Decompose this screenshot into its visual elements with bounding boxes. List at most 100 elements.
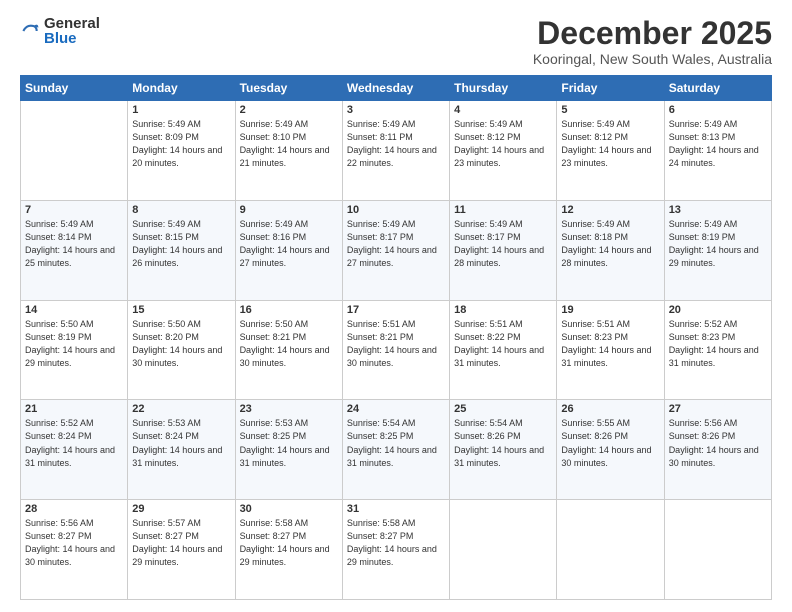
day-number: 23	[240, 403, 338, 415]
day-number: 25	[454, 403, 552, 415]
logo-text: General Blue	[44, 16, 100, 46]
day-number: 7	[25, 204, 123, 216]
day-number: 10	[347, 204, 445, 216]
calendar-cell: 13 Sunrise: 5:49 AMSunset: 8:19 PMDayligh…	[664, 200, 771, 300]
calendar-cell: 7 Sunrise: 5:49 AMSunset: 8:14 PMDaylight…	[21, 200, 128, 300]
day-info: Sunrise: 5:51 AMSunset: 8:21 PMDaylight:…	[347, 318, 445, 370]
day-number: 11	[454, 204, 552, 216]
day-number: 17	[347, 304, 445, 316]
col-tuesday: Tuesday	[235, 76, 342, 101]
day-info: Sunrise: 5:52 AMSunset: 8:23 PMDaylight:…	[669, 318, 767, 370]
day-number: 9	[240, 204, 338, 216]
calendar: Sunday Monday Tuesday Wednesday Thursday…	[20, 75, 772, 600]
calendar-cell: 18Sunrise: 5:51 AMSunset: 8:22 PMDayligh…	[450, 300, 557, 400]
calendar-cell	[664, 500, 771, 600]
day-info: Sunrise: 5:49 AMSunset: 8:12 PMDaylight:…	[454, 118, 552, 170]
calendar-cell	[21, 101, 128, 201]
day-info: Sunrise: 5:52 AMSunset: 8:24 PMDaylight:…	[25, 417, 123, 469]
day-info: Sunrise: 5:49 AMSunset: 8:11 PMDaylight:…	[347, 118, 445, 170]
day-number: 21	[25, 403, 123, 415]
calendar-cell: 31 Sunrise: 5:58 AMSunset: 8:27 PMDayligh…	[342, 500, 449, 600]
col-wednesday: Wednesday	[342, 76, 449, 101]
day-info: Sunrise: 5:53 AMSunset: 8:25 PMDaylight:…	[240, 417, 338, 469]
calendar-cell: 4 Sunrise: 5:49 AMSunset: 8:12 PMDaylight…	[450, 101, 557, 201]
day-info: Sunrise: 5:49 AMSunset: 8:12 PMDaylight:…	[561, 118, 659, 170]
day-info: Sunrise: 5:50 AMSunset: 8:19 PMDaylight:…	[25, 318, 123, 370]
day-number: 8	[132, 204, 230, 216]
week-row-2: 7 Sunrise: 5:49 AMSunset: 8:14 PMDaylight…	[21, 200, 772, 300]
week-row-5: 28 Sunrise: 5:56 AMSunset: 8:27 PMDayligh…	[21, 500, 772, 600]
day-number: 13	[669, 204, 767, 216]
calendar-cell: 19 Sunrise: 5:51 AMSunset: 8:23 PMDayligh…	[557, 300, 664, 400]
day-info: Sunrise: 5:51 AMSunset: 8:23 PMDaylight:…	[561, 318, 659, 370]
day-number: 12	[561, 204, 659, 216]
day-info: Sunrise: 5:53 AMSunset: 8:24 PMDaylight:…	[132, 417, 230, 469]
week-row-1: 1 Sunrise: 5:49 AMSunset: 8:09 PMDaylight…	[21, 101, 772, 201]
calendar-cell: 28 Sunrise: 5:56 AMSunset: 8:27 PMDayligh…	[21, 500, 128, 600]
col-monday: Monday	[128, 76, 235, 101]
calendar-cell: 12 Sunrise: 5:49 AMSunset: 8:18 PMDayligh…	[557, 200, 664, 300]
day-number: 30	[240, 503, 338, 515]
day-info: Sunrise: 5:56 AMSunset: 8:27 PMDaylight:…	[25, 517, 123, 569]
calendar-cell	[450, 500, 557, 600]
day-number: 5	[561, 104, 659, 116]
week-row-3: 14 Sunrise: 5:50 AMSunset: 8:19 PMDayligh…	[21, 300, 772, 400]
day-number: 26	[561, 403, 659, 415]
header: General Blue December 2025 Kooringal, Ne…	[20, 16, 772, 67]
calendar-cell: 10 Sunrise: 5:49 AMSunset: 8:17 PMDayligh…	[342, 200, 449, 300]
calendar-cell: 6Sunrise: 5:49 AMSunset: 8:13 PMDaylight…	[664, 101, 771, 201]
day-number: 24	[347, 403, 445, 415]
day-number: 27	[669, 403, 767, 415]
col-sunday: Sunday	[21, 76, 128, 101]
day-number: 15	[132, 304, 230, 316]
day-info: Sunrise: 5:49 AMSunset: 8:16 PMDaylight:…	[240, 218, 338, 270]
day-info: Sunrise: 5:50 AMSunset: 8:21 PMDaylight:…	[240, 318, 338, 370]
day-number: 14	[25, 304, 123, 316]
day-number: 3	[347, 104, 445, 116]
calendar-cell: 11 Sunrise: 5:49 AMSunset: 8:17 PMDayligh…	[450, 200, 557, 300]
calendar-cell: 5 Sunrise: 5:49 AMSunset: 8:12 PMDaylight…	[557, 101, 664, 201]
calendar-cell: 25Sunrise: 5:54 AMSunset: 8:26 PMDayligh…	[450, 400, 557, 500]
day-info: Sunrise: 5:51 AMSunset: 8:22 PMDaylight:…	[454, 318, 552, 370]
day-info: Sunrise: 5:57 AMSunset: 8:27 PMDaylight:…	[132, 517, 230, 569]
day-number: 28	[25, 503, 123, 515]
logo-general: General	[44, 16, 100, 31]
month-title: December 2025	[533, 16, 772, 51]
day-number: 29	[132, 503, 230, 515]
day-info: Sunrise: 5:54 AMSunset: 8:25 PMDaylight:…	[347, 417, 445, 469]
day-info: Sunrise: 5:49 AMSunset: 8:18 PMDaylight:…	[561, 218, 659, 270]
col-thursday: Thursday	[450, 76, 557, 101]
day-number: 4	[454, 104, 552, 116]
day-number: 1	[132, 104, 230, 116]
day-number: 6	[669, 104, 767, 116]
day-number: 22	[132, 403, 230, 415]
calendar-cell: 27 Sunrise: 5:56 AMSunset: 8:26 PMDayligh…	[664, 400, 771, 500]
day-info: Sunrise: 5:55 AMSunset: 8:26 PMDaylight:…	[561, 417, 659, 469]
logo: General Blue	[20, 16, 100, 46]
day-info: Sunrise: 5:49 AMSunset: 8:19 PMDaylight:…	[669, 218, 767, 270]
day-info: Sunrise: 5:50 AMSunset: 8:20 PMDaylight:…	[132, 318, 230, 370]
calendar-cell: 1 Sunrise: 5:49 AMSunset: 8:09 PMDaylight…	[128, 101, 235, 201]
day-info: Sunrise: 5:49 AMSunset: 8:09 PMDaylight:…	[132, 118, 230, 170]
day-number: 16	[240, 304, 338, 316]
col-saturday: Saturday	[664, 76, 771, 101]
calendar-cell: 30Sunrise: 5:58 AMSunset: 8:27 PMDayligh…	[235, 500, 342, 600]
calendar-cell: 14 Sunrise: 5:50 AMSunset: 8:19 PMDayligh…	[21, 300, 128, 400]
day-number: 31	[347, 503, 445, 515]
calendar-cell: 16 Sunrise: 5:50 AMSunset: 8:21 PMDayligh…	[235, 300, 342, 400]
day-info: Sunrise: 5:49 AMSunset: 8:17 PMDaylight:…	[347, 218, 445, 270]
day-info: Sunrise: 5:56 AMSunset: 8:26 PMDaylight:…	[669, 417, 767, 469]
day-info: Sunrise: 5:49 AMSunset: 8:14 PMDaylight:…	[25, 218, 123, 270]
location-subtitle: Kooringal, New South Wales, Australia	[533, 51, 772, 67]
calendar-cell: 17 Sunrise: 5:51 AMSunset: 8:21 PMDayligh…	[342, 300, 449, 400]
day-number: 2	[240, 104, 338, 116]
logo-blue: Blue	[44, 31, 100, 46]
day-number: 19	[561, 304, 659, 316]
day-info: Sunrise: 5:49 AMSunset: 8:17 PMDaylight:…	[454, 218, 552, 270]
day-info: Sunrise: 5:49 AMSunset: 8:15 PMDaylight:…	[132, 218, 230, 270]
calendar-cell: 9 Sunrise: 5:49 AMSunset: 8:16 PMDaylight…	[235, 200, 342, 300]
header-row: Sunday Monday Tuesday Wednesday Thursday…	[21, 76, 772, 101]
calendar-cell: 22 Sunrise: 5:53 AMSunset: 8:24 PMDayligh…	[128, 400, 235, 500]
calendar-cell: 24 Sunrise: 5:54 AMSunset: 8:25 PMDayligh…	[342, 400, 449, 500]
day-info: Sunrise: 5:58 AMSunset: 8:27 PMDaylight:…	[347, 517, 445, 569]
